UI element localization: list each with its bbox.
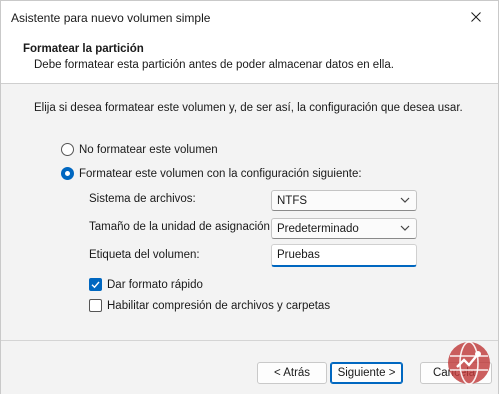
allocation-value: Predeterminado [277, 223, 359, 235]
wizard-header: Formatear la partición Debe formatear es… [1, 35, 498, 83]
intro-text: Elija si desea formatear este volumen y,… [34, 102, 463, 114]
volume-label-label: Etiqueta del volumen: [89, 249, 200, 261]
filesystem-label: Sistema de archivos: [89, 193, 196, 205]
close-button[interactable] [454, 1, 498, 33]
title-bar: Asistente para nuevo volumen simple [1, 1, 498, 35]
page-title: Formatear la partición [23, 43, 144, 55]
quick-format-checkbox[interactable] [89, 278, 102, 291]
radio-no-format[interactable]: No formatear este volumen [61, 143, 218, 156]
chevron-down-icon [400, 197, 410, 203]
radio-button[interactable] [61, 143, 74, 156]
allocation-select[interactable]: Predeterminado [271, 218, 417, 239]
radio-button[interactable] [61, 167, 74, 180]
next-button[interactable]: Siguiente > [330, 362, 403, 384]
globe-logo [448, 341, 490, 385]
wizard-window: Asistente para nuevo volumen simple Form… [0, 0, 499, 394]
chevron-down-icon [400, 225, 410, 231]
checkbox-label: Habilitar compresión de archivos y carpe… [107, 299, 331, 312]
radio-label: No formatear este volumen [79, 143, 218, 156]
close-icon [471, 12, 481, 22]
page-subtitle: Debe formatear esta partición antes de p… [34, 59, 394, 71]
checkmark-icon [91, 281, 100, 289]
back-button[interactable]: < Atrás [257, 362, 327, 384]
quick-format-option[interactable]: Dar formato rápido [89, 278, 203, 291]
volume-label-input[interactable] [271, 244, 417, 267]
allocation-label: Tamaño de la unidad de asignación: [89, 221, 274, 233]
compression-checkbox[interactable] [89, 299, 102, 312]
checkbox-label: Dar formato rápido [107, 278, 203, 291]
compression-option[interactable]: Habilitar compresión de archivos y carpe… [89, 299, 330, 312]
filesystem-select[interactable]: NTFS [271, 190, 417, 211]
window-title: Asistente para nuevo volumen simple [11, 11, 211, 25]
filesystem-value: NTFS [277, 195, 308, 207]
radio-label: Formatear este volumen con la configurac… [79, 167, 362, 180]
radio-format[interactable]: Formatear este volumen con la configurac… [61, 167, 362, 180]
